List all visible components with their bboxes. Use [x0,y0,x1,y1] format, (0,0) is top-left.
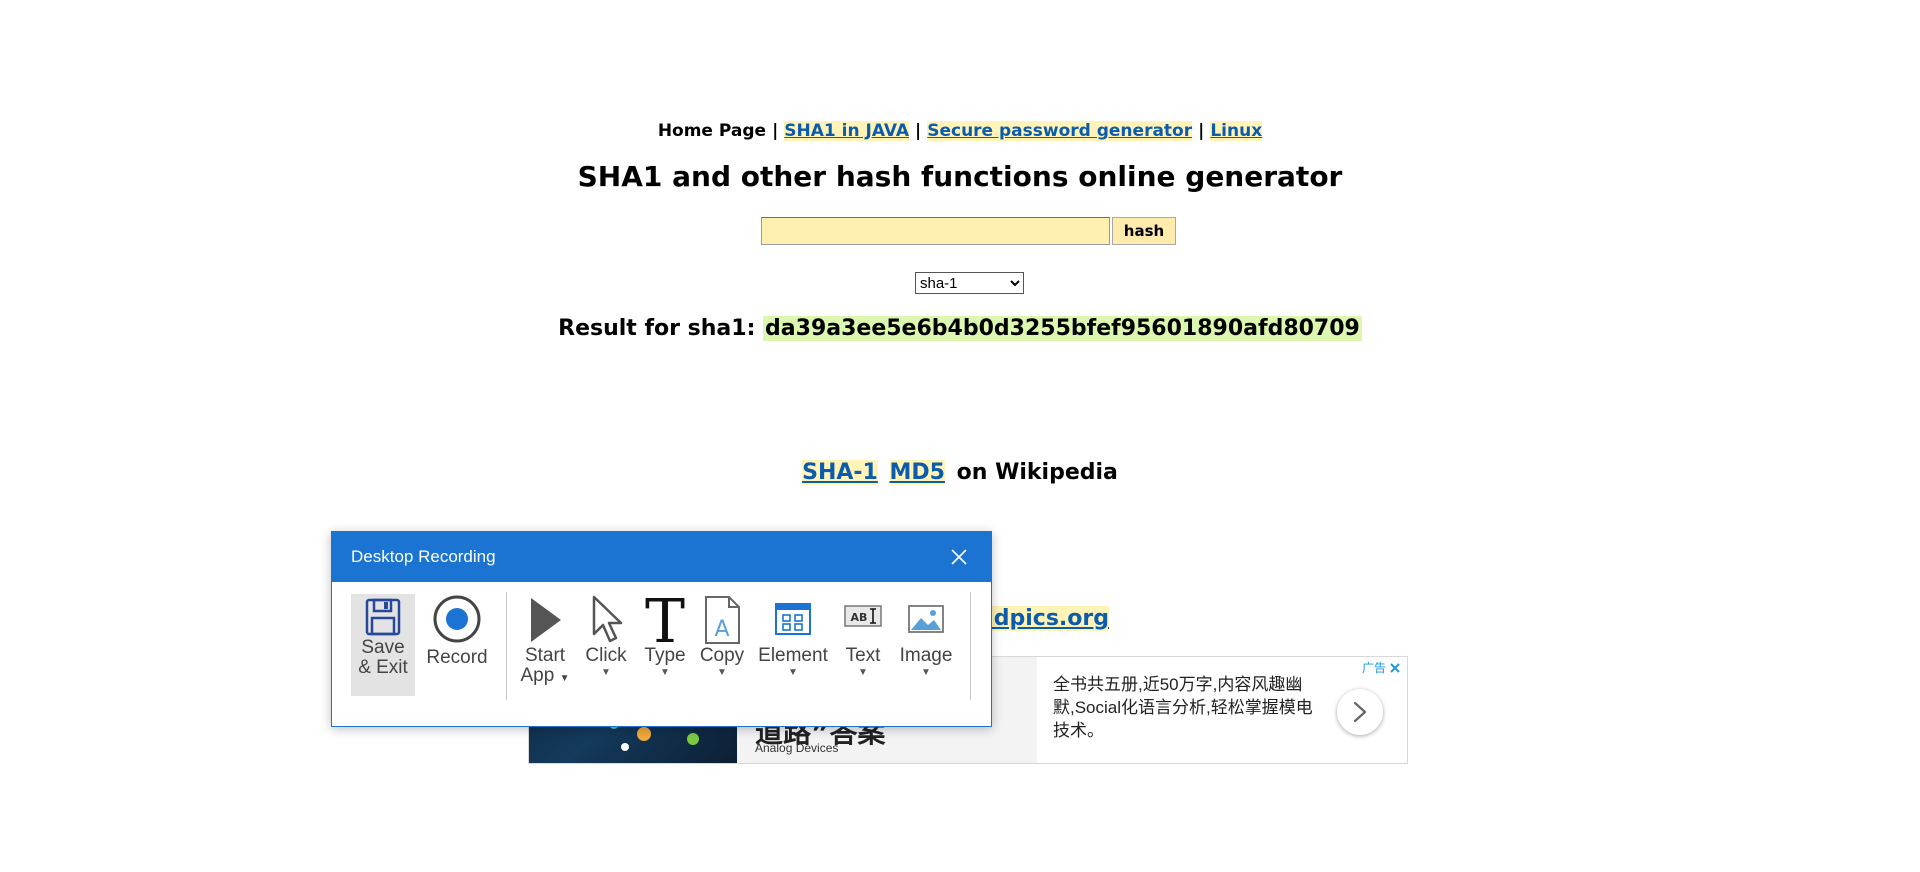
type-icon: T [645,594,685,646]
element-icon [775,603,811,635]
text-label: Text [845,645,881,666]
svg-text:A: A [714,617,729,642]
result-hash: da39a3ee5e6b4b0d3255bfef95601890afd80709 [763,316,1362,341]
chevron-down-icon: ▼ [858,667,868,678]
toolbar-divider [506,592,507,700]
recorder-title: Desktop Recording [351,547,496,566]
image-icon [908,605,944,633]
document-icon: A [705,596,740,644]
close-icon[interactable] [949,547,969,567]
record-button[interactable]: Record [423,594,491,696]
cursor-icon [592,595,623,643]
element-button[interactable]: Element ▼ [754,594,832,696]
click-label: Click [585,645,627,666]
recorder-toolbar: Save & Exit Record Start App ▼ Click ▼ T… [332,582,993,728]
save-icon [365,598,401,636]
desktop-recording-window: Desktop Recording Save & Exit Record Sta… [331,531,992,727]
save-label-line2: & Exit [358,657,408,678]
md5-wikipedia-link[interactable]: MD5 [889,460,945,485]
chevron-down-icon: ▼ [660,667,670,678]
record-label: Record [426,647,488,668]
image-label: Image [899,645,953,666]
linux-link[interactable]: Linux [1210,121,1263,141]
image-button[interactable]: Image ▼ [894,594,958,696]
wikipedia-suffix: on Wikipedia [956,460,1118,485]
toolbar-divider [970,592,971,700]
play-icon [531,598,561,642]
top-navigation: Home Page | SHA1 in JAVA | Secure password g… [0,121,1920,141]
chevron-down-icon: ▼ [601,667,611,678]
ad-label[interactable]: 广告 [1362,659,1401,676]
chevron-down-icon: ▼ [717,667,727,678]
sha1-java-link[interactable]: SHA1 in JAVA [784,121,909,141]
start-app-button[interactable]: Start App ▼ [516,594,574,696]
wikipedia-line: SHA-1 MD5 on Wikipedia [0,460,1920,485]
home-page-link[interactable]: Home Page [658,121,766,141]
chevron-down-icon: ▼ [788,667,798,678]
copy-label: Copy [699,645,745,666]
chevron-down-icon: ▼ [921,667,931,678]
record-icon [433,595,481,643]
hash-button[interactable]: hash [1112,217,1176,245]
copy-button[interactable]: A Copy ▼ [696,594,748,696]
svg-text:T: T [645,594,685,646]
nav-separator: | [1198,121,1205,141]
password-generator-link[interactable]: Secure password generator [927,121,1193,141]
click-button[interactable]: Click ▼ [579,594,633,696]
ad-brand: Analog Devices [755,741,839,755]
save-label-line1: Save [361,637,405,658]
start-app-label-line2: App ▼ [516,666,574,689]
chevron-down-icon: ▼ [559,673,570,684]
sha1-wikipedia-link[interactable]: SHA-1 [802,460,878,485]
start-app-label-text: App [520,665,555,686]
recorder-titlebar[interactable]: Desktop Recording [332,532,991,582]
hash-text-input[interactable] [761,217,1110,245]
ad-label-text: 广告 [1361,661,1386,675]
nav-separator: | [772,121,779,141]
ad-close-icon[interactable] [1389,662,1401,674]
ad-next-button[interactable] [1337,689,1383,735]
type-button[interactable]: T Type ▼ [639,594,691,696]
chevron-right-icon [1353,701,1367,723]
text-button[interactable]: AB Text ▼ [838,594,888,696]
svg-text:AB: AB [851,611,868,624]
algorithm-select[interactable]: sha-1 [915,272,1024,294]
text-field-icon: AB [844,605,882,627]
element-label: Element [758,645,828,666]
result-line: Result for sha1: da39a3ee5e6b4b0d3255bfe… [0,316,1920,341]
ad-body-text: 全书共五册,近50万字,内容风趣幽默,Social化语言分析,轻松掌握模电技术。 [1053,675,1313,740]
page-title: SHA1 and other hash functions online gen… [577,160,1343,193]
save-exit-button[interactable]: Save & Exit [351,594,415,696]
result-label: Result for sha1: [558,316,756,341]
hash-form: hash [761,217,1179,245]
type-label: Type [644,645,686,666]
start-app-label-line1: Start [524,645,566,666]
nav-separator: | [915,121,922,141]
